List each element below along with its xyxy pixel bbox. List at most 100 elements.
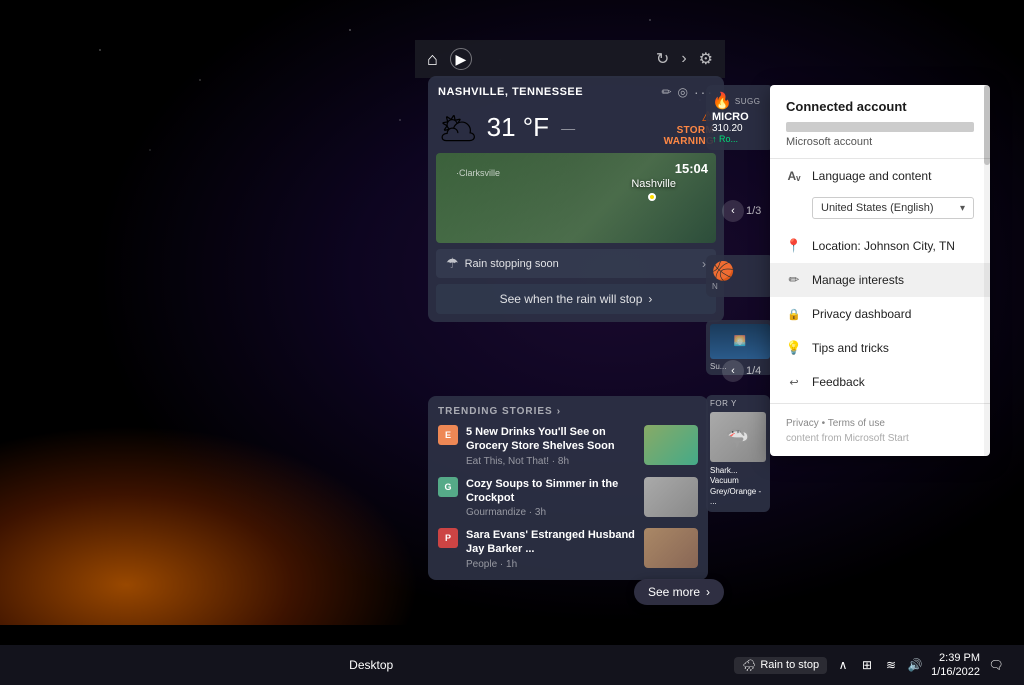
weather-separator: — (561, 120, 575, 136)
fire-icon: 🔥 (712, 91, 732, 111)
rain-bar[interactable]: ☂ Rain stopping soon › (436, 249, 716, 278)
privacy-link[interactable]: Privacy (786, 418, 819, 429)
story-source-icon-3: P (438, 528, 458, 548)
location-icon: 📍 (786, 238, 802, 254)
panel-header: ⌂ ▶ ↻ › ⚙ (415, 40, 725, 78)
story-thumb-2 (644, 477, 698, 517)
story-content-2: Cozy Soups to Simmer in the Crockpot Gou… (466, 477, 636, 519)
story-title-1: 5 New Drinks You'll See on Grocery Store… (466, 425, 636, 454)
dp-divider (770, 403, 990, 404)
rain-notification[interactable]: 🌧 Rain to stop (734, 657, 827, 674)
see-more-icon: › (706, 585, 710, 599)
sugg-ticker: MICRO (712, 111, 768, 123)
forward-icon[interactable]: › (681, 50, 686, 68)
weather-temp: 31 °F (487, 112, 549, 143)
chevron-icon[interactable]: ∧ (835, 657, 851, 673)
story-item[interactable]: E 5 New Drinks You'll See on Grocery Sto… (438, 425, 698, 467)
dp-account-bar (786, 122, 974, 132)
nba-logo: 🏀 (712, 261, 768, 282)
sun-card-image: 🌅 (710, 324, 770, 359)
weather-location: NASHVILLE, TENNESSEE (438, 86, 655, 98)
story-thumb-1 (644, 425, 698, 465)
story-source-icon-1: E (438, 425, 458, 445)
nba-label: N (712, 282, 768, 291)
see-more-button[interactable]: See more › (634, 579, 724, 605)
taskbar-date-value: 1/16/2022 (931, 665, 980, 679)
trending-header[interactable]: TRENDING STORIES › (438, 406, 698, 417)
pagination-1: ‹ 1/3 (722, 200, 761, 222)
settings-icon[interactable]: ⚙ (699, 49, 713, 69)
for-you-text: Shark...Vacuum Grey/Orange - ... (710, 466, 766, 508)
trending-title: TRENDING STORIES (438, 406, 553, 417)
rain-notify-icon: 🌧 (742, 659, 756, 672)
for-you-card[interactable]: FOR Y 🦈 Shark...Vacuum Grey/Orange - ... (706, 395, 770, 512)
play-icon[interactable]: ▶ (450, 48, 472, 70)
taskbar-time-value: 2:39 PM (931, 651, 980, 665)
for-you-image: 🦈 (710, 412, 766, 462)
volume-icon[interactable]: 🔊 (907, 657, 923, 673)
page-count-1: 1/3 (746, 205, 761, 217)
desktop-button[interactable]: Desktop (341, 655, 401, 675)
sugg-label: SUGG (735, 97, 761, 106)
scroll-thumb (984, 85, 990, 165)
sugg-card[interactable]: 🔥 SUGG MICRO 310.20 ↑ Ro... (706, 85, 774, 150)
dp-menu-item-tips[interactable]: 💡 Tips and tricks (770, 331, 990, 365)
dp-menu-item-interests[interactable]: ✏ Manage interests (770, 263, 990, 297)
dp-microsoft-account-link[interactable]: Microsoft account (786, 136, 974, 148)
desktop-label: Desktop (349, 658, 393, 672)
refresh-icon[interactable]: ↻ (656, 49, 669, 69)
rain-notify-label: Rain to stop (760, 659, 819, 671)
dp-feedback-label: Feedback (812, 375, 974, 389)
story-source-initial-2: G (444, 482, 451, 492)
dp-account-section: Connected account Microsoft account (770, 85, 990, 159)
language-select[interactable]: United States (English) ▾ (812, 197, 974, 219)
terms-link[interactable]: Terms of use (828, 418, 885, 429)
taskbar: Desktop 🌧 Rain to stop ∧ ⊞ ≋ 🔊 2:39 PM 1… (0, 645, 1024, 685)
for-you-label: FOR Y (710, 399, 766, 408)
dp-footer: Privacy • Terms of use content from Micr… (770, 408, 990, 456)
map-time: 15:04 (675, 161, 708, 176)
weather-cta-text: See when the rain will stop (500, 292, 643, 306)
page-count-2: 1/4 (746, 365, 761, 377)
map-location-dot (648, 193, 656, 201)
rain-icon: ☂ (446, 255, 459, 272)
wifi-icon[interactable]: ≋ (883, 657, 899, 673)
dp-title: Connected account (786, 99, 974, 114)
story-content-1: 5 New Drinks You'll See on Grocery Store… (466, 425, 636, 467)
cta-chevron-icon: › (648, 292, 652, 306)
lang-icon: Aᵥ (786, 168, 802, 184)
dp-select-row: United States (English) ▾ (770, 193, 990, 229)
tips-icon: 💡 (786, 340, 802, 356)
nba-card[interactable]: 🏀 N (706, 255, 774, 297)
dp-menu-item-privacy[interactable]: 🔒 Privacy dashboard (770, 297, 990, 331)
taskbar-center: Desktop (8, 655, 734, 675)
taskbar-clock[interactable]: 2:39 PM 1/16/2022 (931, 651, 980, 680)
weather-card: NASHVILLE, TENNESSEE ✏ ◎ ··· 🌥 31 °F — ⚠… (428, 76, 724, 322)
weather-cta-button[interactable]: See when the rain will stop › (436, 284, 716, 314)
feedback-icon: ↩ (786, 374, 802, 390)
home-icon[interactable]: ⌂ (427, 49, 438, 70)
story-item[interactable]: P Sara Evans' Estranged Husband Jay Bark… (438, 528, 698, 570)
notification-icon[interactable]: 🗨 (988, 657, 1004, 673)
dp-menu-item-lang[interactable]: Aᵥ Language and content (770, 159, 990, 193)
dp-footer-source: content from Microsoft Start (786, 433, 974, 444)
sugg-change: ↑ Ro... (712, 134, 768, 144)
cloud-icon: 🌥 (438, 109, 479, 147)
dp-menu-item-location[interactable]: 📍 Location: Johnson City, TN (770, 229, 990, 263)
location-pin-icon[interactable]: ◎ (678, 85, 688, 99)
story-item[interactable]: G Cozy Soups to Simmer in the Crockpot G… (438, 477, 698, 519)
weather-header: NASHVILLE, TENNESSEE ✏ ◎ ··· (428, 76, 724, 108)
dp-menu-item-feedback[interactable]: ↩ Feedback (770, 365, 990, 399)
prev-page-btn-2[interactable]: ‹ (722, 360, 744, 382)
edit-location-icon[interactable]: ✏ (661, 85, 671, 99)
sugg-price: 310.20 (712, 123, 768, 134)
prev-page-btn[interactable]: ‹ (722, 200, 744, 222)
story-title-2: Cozy Soups to Simmer in the Crockpot (466, 477, 636, 506)
story-meta-2: Gourmandize · 3h (466, 507, 636, 518)
weather-main: 🌥 31 °F — ⚠ STORM WARNING (428, 108, 724, 153)
network-icon[interactable]: ⊞ (859, 657, 875, 673)
privacy-icon: 🔒 (786, 306, 802, 322)
dropdown-panel: Connected account Microsoft account Aᵥ L… (770, 85, 990, 456)
story-title-3: Sara Evans' Estranged Husband Jay Barker… (466, 528, 636, 557)
trending-section: TRENDING STORIES › E 5 New Drinks You'll… (428, 396, 708, 580)
